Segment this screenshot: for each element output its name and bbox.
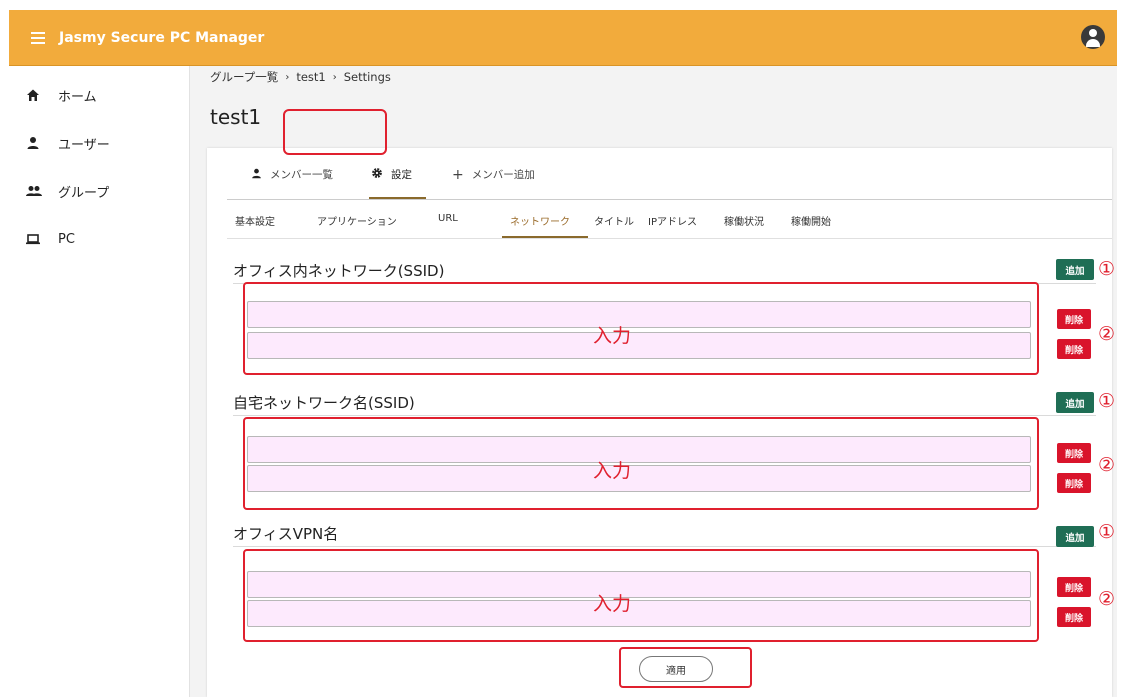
active-tab-indicator <box>369 197 426 199</box>
tab-add-member[interactable]: + メンバー追加 <box>452 167 535 182</box>
annotation-input-label: 入力 <box>593 460 632 482</box>
annotation-input-label: 入力 <box>593 325 632 347</box>
delete-office-ssid-button[interactable]: 削除 <box>1057 309 1091 329</box>
person-icon <box>251 168 262 182</box>
laptop-icon <box>26 232 40 246</box>
sidebar-item-users[interactable]: ユーザー <box>9 119 189 167</box>
annotation-marker-add: ① <box>1098 390 1116 412</box>
main-content: グループ一覧 › test1 › Settings test1 メンバー一覧 設… <box>190 66 1117 697</box>
tab-operation-start[interactable]: 稼働開始 <box>791 213 831 228</box>
home-icon <box>26 88 40 102</box>
breadcrumb-separator: › <box>285 71 290 83</box>
annotation-tab-box <box>283 109 387 155</box>
sidebar-item-groups[interactable]: グループ <box>9 167 189 215</box>
app-bar: Jasmy Secure PC Manager <box>9 10 1117 66</box>
sidebar-item-pc[interactable]: PC <box>9 215 189 263</box>
delete-office-vpn-button[interactable]: 削除 <box>1057 577 1091 597</box>
add-home-ssid-button[interactable]: 追加 <box>1056 392 1094 413</box>
tab-url[interactable]: URL <box>438 213 458 224</box>
section-title-home-ssid: 自宅ネットワーク名(SSID) <box>233 394 415 412</box>
settings-subtabs: 基本設定 アプリケーション URL ネットワーク タイトル IPアドレス 稼働状… <box>227 201 1112 239</box>
breadcrumb-separator: › <box>332 71 337 83</box>
breadcrumb-root-link[interactable]: グループ一覧 <box>210 69 278 85</box>
page-title: test1 <box>210 105 262 129</box>
tab-network[interactable]: ネットワーク <box>510 213 570 228</box>
annotation-marker-delete: ② <box>1098 323 1116 345</box>
breadcrumb-current: Settings <box>343 70 391 84</box>
annotation-input-label: 入力 <box>593 593 632 615</box>
tab-label: 設定 <box>391 169 412 181</box>
section-divider <box>233 415 1096 416</box>
annotation-apply-box <box>619 647 752 688</box>
tab-title[interactable]: タイトル <box>594 213 634 228</box>
sidebar-item-label: グループ <box>58 185 110 201</box>
account-avatar-icon[interactable] <box>1081 25 1105 49</box>
annotation-marker-add: ① <box>1098 521 1116 543</box>
app-title: Jasmy Secure PC Manager <box>59 29 265 46</box>
delete-office-vpn-button[interactable]: 削除 <box>1057 607 1091 627</box>
tab-label: メンバー一覧 <box>270 169 333 181</box>
section-divider <box>233 546 1096 547</box>
tab-member-list[interactable]: メンバー一覧 <box>251 167 333 182</box>
sidebar-item-label: ユーザー <box>58 137 110 153</box>
breadcrumb-group-link[interactable]: test1 <box>296 70 325 84</box>
add-office-vpn-button[interactable]: 追加 <box>1056 526 1094 547</box>
main-tabs: メンバー一覧 設定 + メンバー追加 <box>227 148 1112 200</box>
delete-home-ssid-button[interactable]: 削除 <box>1057 443 1091 463</box>
gear-icon <box>371 167 383 182</box>
section-title-office-ssid: オフィス内ネットワーク(SSID) <box>233 262 445 280</box>
sidebar-item-label: PC <box>58 231 75 247</box>
delete-home-ssid-button[interactable]: 削除 <box>1057 473 1091 493</box>
annotation-marker-delete: ② <box>1098 588 1116 610</box>
add-office-ssid-button[interactable]: 追加 <box>1056 259 1094 280</box>
settings-card: メンバー一覧 設定 + メンバー追加 基本設定 アプリケーション URL ネット… <box>207 148 1116 697</box>
menu-icon[interactable] <box>31 31 45 44</box>
tab-ip-address[interactable]: IPアドレス <box>648 213 697 228</box>
plus-icon: + <box>452 166 464 183</box>
tab-operation-status[interactable]: 稼働状況 <box>724 213 764 228</box>
sidebar: ホーム ユーザー グループ PC <box>9 66 190 697</box>
delete-office-ssid-button[interactable]: 削除 <box>1057 339 1091 359</box>
annotation-marker-add: ① <box>1098 258 1116 280</box>
tab-settings[interactable]: 設定 <box>371 167 412 182</box>
tab-applications[interactable]: アプリケーション <box>317 213 397 228</box>
annotation-marker-delete: ② <box>1098 454 1116 476</box>
breadcrumb: グループ一覧 › test1 › Settings <box>210 69 391 85</box>
active-subtab-indicator <box>502 236 588 238</box>
sidebar-item-label: ホーム <box>58 89 97 105</box>
sidebar-item-home[interactable]: ホーム <box>9 71 189 119</box>
tab-label: メンバー追加 <box>471 169 535 181</box>
tab-basic-settings[interactable]: 基本設定 <box>235 213 275 228</box>
person-icon <box>26 136 40 150</box>
section-title-office-vpn: オフィスVPN名 <box>233 525 339 543</box>
group-icon <box>26 184 42 198</box>
